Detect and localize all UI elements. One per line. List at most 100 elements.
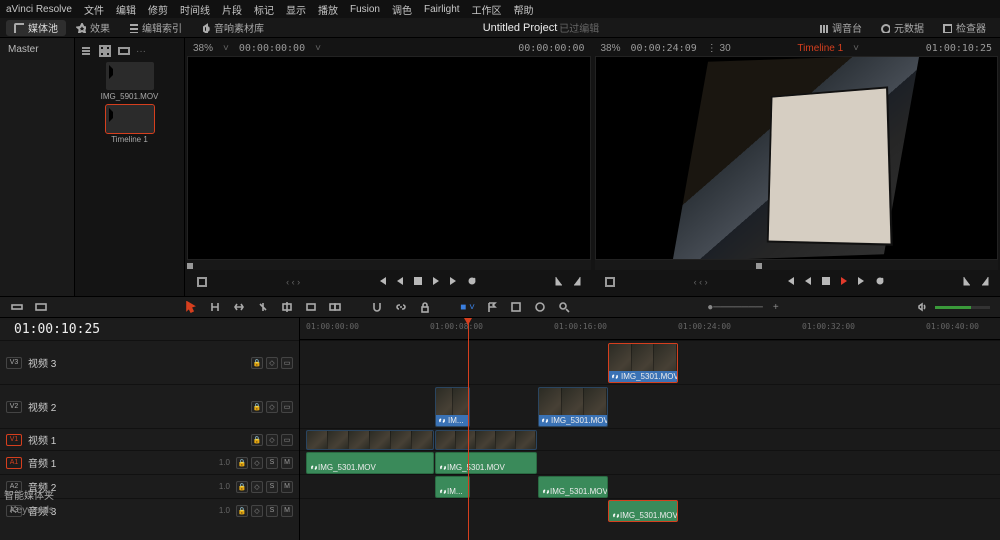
menu-help[interactable]: 帮助 [514, 2, 534, 17]
track-a2-solo[interactable]: S [266, 481, 278, 493]
menu-fusion[interactable]: Fusion [350, 4, 380, 15]
marker-tool[interactable]: ■ ˅ [460, 302, 475, 313]
track-a1-mute[interactable]: M [281, 457, 293, 469]
tab-sound-lib[interactable]: 音响素材库 [192, 20, 272, 36]
menu-color[interactable]: 调色 [392, 2, 412, 17]
pool-strip-icon[interactable] [117, 44, 131, 58]
playhead[interactable] [468, 318, 469, 540]
dynamic-trim-tool[interactable] [232, 300, 246, 314]
track-a1-solo[interactable]: S [266, 457, 278, 469]
track-a3-lock[interactable]: 🔒 [236, 505, 248, 517]
program-loop-button[interactable] [875, 276, 885, 289]
menu-playback[interactable]: 播放 [318, 2, 338, 17]
timeline-timecode[interactable]: 01:00:10:25 [0, 322, 100, 337]
menu-timeline[interactable]: 时间线 [180, 2, 210, 17]
volume-icon[interactable] [915, 300, 929, 314]
track-a1-header[interactable]: A1 音频 1 1.0 🔒◇SM [0, 450, 299, 474]
lock-icon[interactable] [418, 300, 432, 314]
flag-tool[interactable] [485, 300, 499, 314]
source-play-button[interactable] [431, 276, 441, 289]
clip-a1b[interactable]: IMG_5301.MOV [435, 452, 537, 474]
clip-v1a[interactable] [306, 430, 434, 450]
smart-bins-label[interactable]: 智能媒体夹 [4, 487, 54, 502]
tl-view-icon[interactable] [10, 300, 24, 314]
timeline-tracks[interactable]: 01:00:00:00 01:00:08:00 01:00:16:00 01:0… [300, 318, 1000, 540]
replace-tool[interactable] [328, 300, 342, 314]
tl-keyboard-icon[interactable] [34, 300, 48, 314]
pool-list-icon[interactable] [79, 44, 93, 58]
volume-slider[interactable] [935, 306, 990, 309]
track-a3-solo[interactable]: S [266, 505, 278, 517]
track-v3-header[interactable]: V3 视频 3 🔒◇▭ [0, 340, 299, 384]
tab-media-pool[interactable]: 媒体池 [6, 20, 66, 36]
program-first-button[interactable] [785, 276, 795, 289]
menu-view[interactable]: 显示 [286, 2, 306, 17]
program-next-button[interactable] [857, 276, 867, 289]
tab-edit-index[interactable]: 编辑索引 [120, 20, 190, 36]
track-a2-arm[interactable]: ◇ [251, 481, 263, 493]
program-stop-button[interactable] [821, 276, 831, 289]
tab-effects[interactable]: 效果 [68, 20, 118, 36]
search-icon[interactable] [557, 300, 571, 314]
clip-a1a[interactable]: IMG_5301.MOV [306, 452, 434, 474]
program-jog[interactable]: ‹ ‹ › [694, 277, 708, 287]
program-out-button[interactable] [980, 276, 990, 289]
source-jog[interactable]: ‹ ‹ › [286, 277, 300, 287]
track-a2-lock[interactable]: 🔒 [236, 481, 248, 493]
clip-a3[interactable]: IMG_5301.MOV [608, 500, 678, 522]
menu-mark[interactable]: 标记 [254, 2, 274, 17]
tab-inspector[interactable]: 检查器 [934, 20, 994, 36]
timeline-ruler[interactable]: 01:00:00:00 01:00:08:00 01:00:16:00 01:0… [300, 318, 1000, 340]
source-match-icon[interactable] [195, 275, 209, 289]
pool-more-icon[interactable]: ··· [136, 46, 146, 57]
tl-opt1-icon[interactable] [509, 300, 523, 314]
program-prev-button[interactable] [803, 276, 813, 289]
clip-v2b[interactable]: IMG_5301.MOV [538, 387, 608, 427]
program-match-icon[interactable] [603, 275, 617, 289]
blade-tool[interactable] [256, 300, 270, 314]
pool-clip-2[interactable]: Timeline 1 [106, 105, 154, 144]
source-in-button[interactable] [554, 276, 564, 289]
track-a1-lock[interactable]: 🔒 [236, 457, 248, 469]
track-v3-disable[interactable]: ◇ [266, 357, 278, 369]
pool-grid-icon[interactable] [98, 44, 112, 58]
clip-v1b[interactable] [435, 430, 537, 450]
program-play-button[interactable] [839, 276, 849, 289]
clip-v2a[interactable]: IM... [435, 387, 470, 427]
tab-metadata[interactable]: 元数据 [872, 20, 932, 36]
menu-workspace[interactable]: 工作区 [472, 2, 502, 17]
source-out-button[interactable] [572, 276, 582, 289]
track-v3-mute[interactable]: ▭ [281, 357, 293, 369]
master-bin[interactable]: Master [0, 42, 74, 57]
track-a3-arm[interactable]: ◇ [251, 505, 263, 517]
program-zoom[interactable]: 38% [601, 43, 621, 54]
track-v1-disable[interactable]: ◇ [266, 434, 278, 446]
source-first-button[interactable] [377, 276, 387, 289]
selection-tool[interactable] [184, 300, 198, 314]
source-screen[interactable] [187, 56, 591, 260]
tl-opt2-icon[interactable] [533, 300, 547, 314]
keywords-label[interactable]: Keywords [10, 505, 54, 516]
source-zoom[interactable]: 38% [193, 43, 213, 54]
menu-trim[interactable]: 修剪 [148, 2, 168, 17]
menu-clip[interactable]: 片段 [222, 2, 242, 17]
program-screen[interactable] [595, 56, 999, 260]
track-v2-mute[interactable]: ▭ [281, 401, 293, 413]
pool-clip-1[interactable]: IMG_5901.MOV [106, 62, 154, 101]
track-v2-header[interactable]: V2 视频 2 🔒◇▭ [0, 384, 299, 428]
menu-file[interactable]: 文件 [84, 2, 104, 17]
clip-a2a[interactable]: IM... [435, 476, 470, 498]
track-a1-arm[interactable]: ◇ [251, 457, 263, 469]
track-a2-mute[interactable]: M [281, 481, 293, 493]
track-v2-disable[interactable]: ◇ [266, 401, 278, 413]
source-prev-button[interactable] [395, 276, 405, 289]
trim-tool[interactable] [208, 300, 222, 314]
source-stop-button[interactable] [413, 276, 423, 289]
program-in-button[interactable] [962, 276, 972, 289]
insert-tool[interactable] [280, 300, 294, 314]
clip-a2b[interactable]: IMG_5301.MOV [538, 476, 608, 498]
menu-edit[interactable]: 编辑 [116, 2, 136, 17]
track-v1-header[interactable]: V1 视频 1 🔒◇▭ [0, 428, 299, 450]
track-v1-mute[interactable]: ▭ [281, 434, 293, 446]
track-v1-lock[interactable]: 🔒 [251, 434, 263, 446]
